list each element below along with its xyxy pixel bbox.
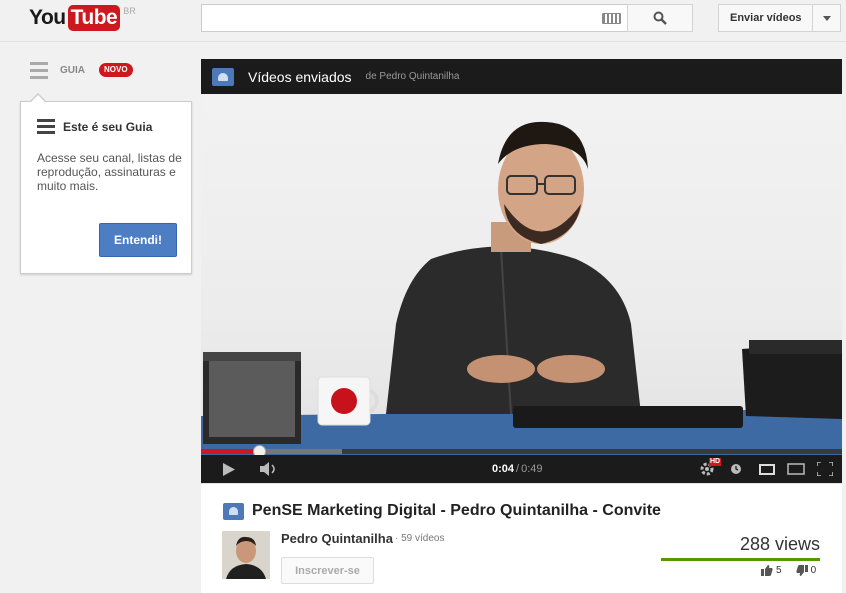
channel-name[interactable]: Pedro Quintanilha: [281, 531, 393, 546]
got-it-button[interactable]: Entendi!: [99, 223, 177, 257]
player-controls: 0:04 / 0:49 HD: [201, 455, 842, 483]
settings-button[interactable]: HD: [695, 455, 722, 483]
upload-button[interactable]: Enviar vídeos: [718, 4, 841, 32]
duration: 0:49: [521, 463, 543, 475]
like-count: 5: [776, 565, 782, 576]
play-button[interactable]: [217, 455, 241, 483]
video-title: PenSE Marketing Digital - Pedro Quintani…: [252, 502, 661, 519]
small-player-button[interactable]: [756, 455, 778, 483]
fullscreen-button[interactable]: [814, 455, 836, 483]
video-info: PenSE Marketing Digital - Pedro Quintani…: [201, 483, 842, 593]
upload-label: Enviar vídeos: [730, 12, 802, 24]
new-badge: NOVO: [99, 63, 133, 77]
masthead: You Tube BR Enviar vídeos: [0, 0, 846, 42]
time-separator: /: [516, 463, 520, 475]
volume-button[interactable]: [257, 455, 281, 483]
clock-icon: [731, 464, 741, 474]
upload-dropdown[interactable]: [812, 5, 840, 31]
uploads-icon: [223, 502, 244, 520]
logo-tube: Tube: [67, 5, 121, 31]
channel-avatar[interactable]: [222, 531, 270, 579]
keyboard-icon[interactable]: [602, 13, 621, 24]
guide-menu-icon: [30, 61, 48, 79]
search-input[interactable]: [201, 4, 628, 32]
small-player-icon: [759, 463, 775, 475]
popup-title: Este é seu Guia: [63, 119, 153, 134]
guide-label: GUIA: [60, 64, 85, 76]
large-player-icon: [787, 463, 805, 475]
large-player-button[interactable]: [785, 455, 807, 483]
watch-later-button[interactable]: [726, 455, 746, 483]
subscribe-button[interactable]: Inscrever-se: [281, 557, 374, 584]
youtube-logo[interactable]: You Tube BR: [29, 5, 136, 33]
current-time: 0:04: [492, 463, 515, 475]
view-count: 288 views: [739, 534, 820, 554]
search-icon: [653, 11, 667, 25]
dislike-count: 0: [810, 565, 817, 576]
guide-menu-icon: [37, 119, 55, 134]
logo-you: You: [29, 6, 66, 29]
fullscreen-icon: [817, 462, 833, 476]
video-frame[interactable]: [201, 94, 842, 455]
progress-bar[interactable]: [201, 445, 842, 458]
playlist-title[interactable]: Vídeos enviados: [248, 69, 352, 85]
popup-text: Acesse seu canal, listas de reprodução, …: [37, 151, 182, 193]
time-display: 0:04 / 0:49: [492, 455, 543, 483]
play-icon: [223, 462, 235, 476]
playlist-bar: Vídeos enviados de Pedro Quintanilha: [201, 59, 842, 94]
like-ratio-fill: [661, 558, 820, 561]
volume-icon: [260, 462, 275, 476]
guide-popup: Este é seu Guia Acesse seu canal, listas…: [20, 93, 192, 274]
search-button[interactable]: [627, 4, 693, 32]
progress-played: [201, 449, 259, 454]
thumbs-down-icon[interactable]: [795, 565, 808, 576]
avatar-photo: [222, 531, 270, 579]
playlist-owner[interactable]: de Pedro Quintanilha: [366, 71, 460, 82]
hd-badge: HD: [709, 458, 722, 466]
rating-row: 5 0: [761, 565, 830, 576]
thumbs-up-icon[interactable]: [761, 565, 773, 576]
like-ratio-bar: [661, 558, 820, 561]
uploads-icon: [212, 67, 234, 86]
logo-country: BR: [123, 6, 136, 16]
channel-video-count[interactable]: · 59 vídeos: [395, 533, 444, 544]
guide-toggle[interactable]: GUIA NOVO: [30, 60, 133, 80]
video-scene: [201, 121, 842, 455]
chevron-down-icon: [822, 15, 831, 21]
